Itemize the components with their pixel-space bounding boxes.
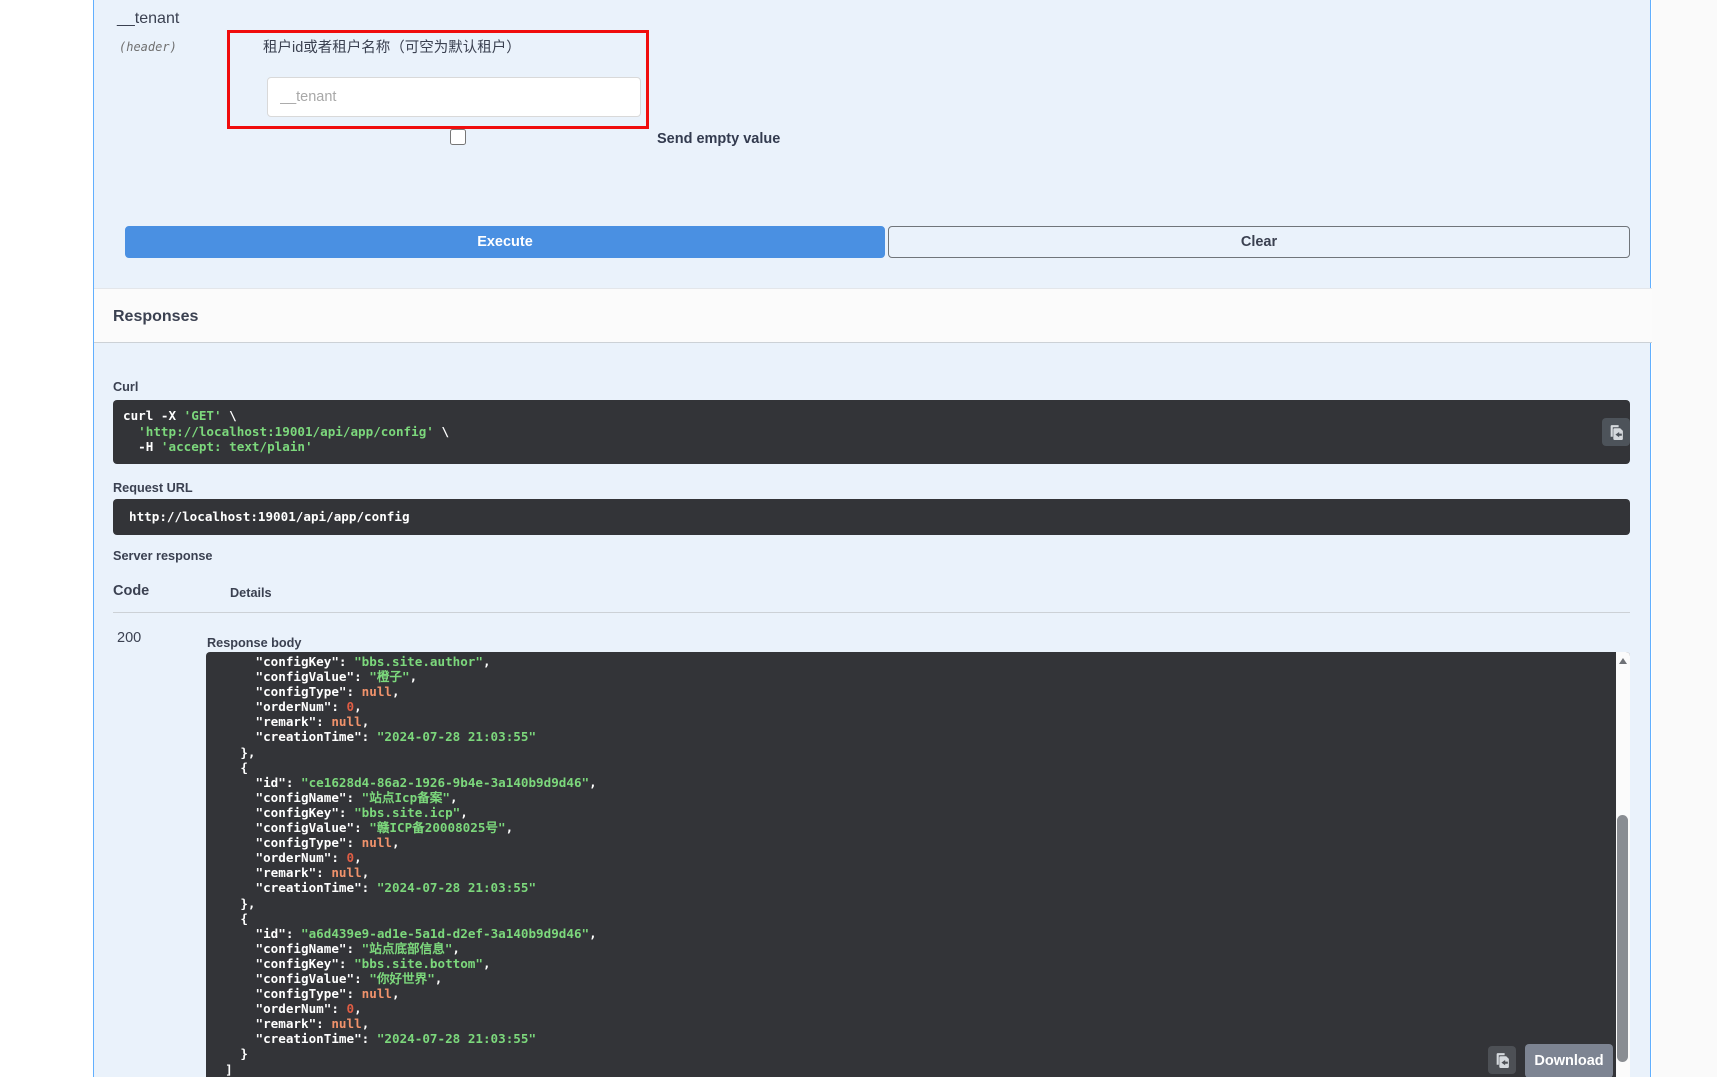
clear-button[interactable]: Clear xyxy=(888,226,1630,258)
annotation-red-box: 租户id或者租户名称（可空为默认租户） xyxy=(227,30,649,129)
download-button[interactable]: Download xyxy=(1525,1044,1613,1077)
response-body-json: "configKey": "bbs.site.author", "configV… xyxy=(206,652,1630,1077)
status-code: 200 xyxy=(117,630,141,646)
tenant-input[interactable] xyxy=(267,77,641,117)
scroll-up-arrow-icon[interactable] xyxy=(1619,658,1627,664)
scrollbar-thumb[interactable] xyxy=(1617,815,1628,1062)
request-url-label: Request URL xyxy=(113,481,193,495)
param-location: (header) xyxy=(119,40,177,54)
table-divider xyxy=(113,612,1630,613)
send-empty-value-checkbox[interactable] xyxy=(450,129,466,145)
param-description: 租户id或者租户名称（可空为默认租户） xyxy=(263,36,521,57)
send-empty-value-label: Send empty value xyxy=(657,131,780,147)
details-column-header: Details xyxy=(230,586,272,600)
clipboard-copy-icon[interactable] xyxy=(1602,418,1630,446)
response-body-scrollbar[interactable] xyxy=(1616,652,1630,1077)
server-response-label: Server response xyxy=(113,549,212,563)
responses-title: Responses xyxy=(113,308,198,326)
curl-label: Curl xyxy=(113,380,138,394)
page-background xyxy=(1652,0,1717,1077)
responses-header: Responses xyxy=(94,288,1652,343)
operation-panel: __tenant (header) 租户id或者租户名称（可空为默认租户） Se… xyxy=(93,0,1651,1077)
clipboard-copy-icon xyxy=(1494,1052,1511,1069)
response-body-label: Response body xyxy=(207,636,301,650)
code-column-header: Code xyxy=(113,583,149,599)
param-name: __tenant xyxy=(117,10,179,28)
clipboard-copy-icon xyxy=(1608,424,1625,441)
execute-button[interactable]: Execute xyxy=(125,226,885,258)
curl-command: curl -X 'GET' \ 'http://localhost:19001/… xyxy=(113,400,1630,464)
clipboard-copy-icon[interactable] xyxy=(1488,1046,1516,1074)
response-body-block: "configKey": "bbs.site.author", "configV… xyxy=(206,652,1630,1077)
swagger-page: __tenant (header) 租户id或者租户名称（可空为默认租户） Se… xyxy=(0,0,1717,1077)
request-url-value: http://localhost:19001/api/app/config xyxy=(113,499,1630,535)
